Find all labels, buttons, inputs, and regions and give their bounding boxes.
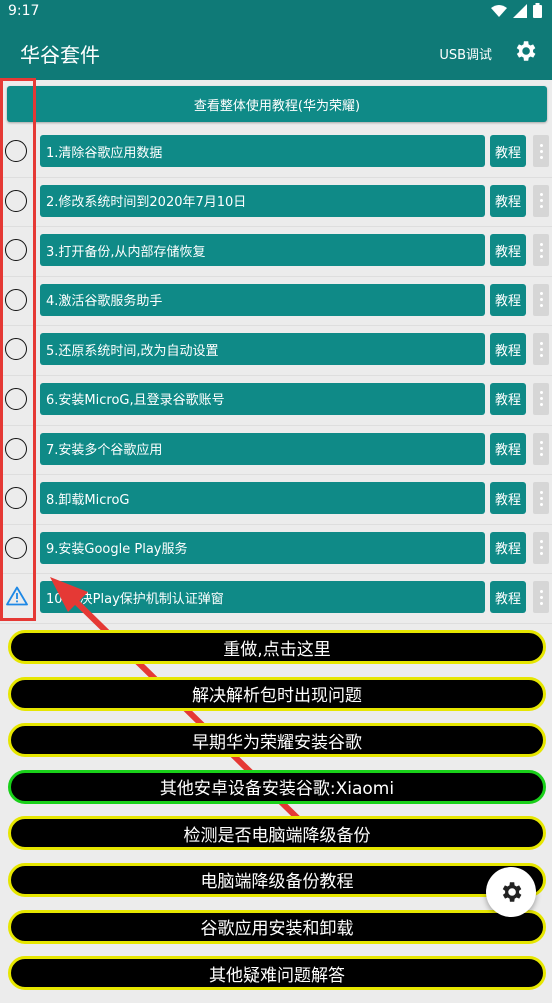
more-options-icon[interactable] bbox=[533, 581, 549, 614]
step-radio[interactable] bbox=[5, 487, 27, 510]
check-pc-downgrade-button[interactable]: 检测是否电脑端降级备份 bbox=[8, 816, 546, 851]
google-apps-install-uninstall-button[interactable]: 谷歌应用安装和卸载 bbox=[8, 909, 546, 944]
more-options-icon[interactable] bbox=[533, 333, 549, 366]
step-radio[interactable] bbox=[5, 140, 27, 162]
more-options-icon[interactable] bbox=[533, 184, 549, 217]
step-row-1: 1.清除谷歌应用数据 教程 bbox=[0, 128, 552, 178]
tutorial-button[interactable]: 教程 bbox=[490, 482, 526, 515]
gear-icon bbox=[502, 882, 522, 902]
tutorial-button[interactable]: 教程 bbox=[490, 135, 526, 167]
more-options-icon[interactable] bbox=[533, 531, 549, 564]
action-list: 重做,点击这里 解决解析包时出现问题 早期华为荣耀安装谷歌 其他安卓设备安装谷歌… bbox=[8, 630, 546, 1003]
step-row-3: 3.打开备份,从内部存储恢复 教程 bbox=[0, 227, 552, 277]
step-row-6: 6.安装MicroG,且登录谷歌账号 教程 bbox=[0, 376, 552, 426]
step-button[interactable]: 2.修改系统时间到2020年7月10日 bbox=[40, 184, 485, 217]
overall-tutorial-button[interactable]: 查看整体使用教程(华为荣耀) bbox=[7, 86, 547, 122]
status-bar: 9:17 bbox=[0, 0, 552, 24]
early-huawei-install-button[interactable]: 早期华为荣耀安装谷歌 bbox=[8, 723, 546, 758]
battery-icon bbox=[533, 3, 542, 18]
tutorial-button[interactable]: 教程 bbox=[490, 333, 526, 366]
step-button[interactable]: 10.解决Play保护机制认证弹窗 bbox=[40, 581, 485, 614]
step-list: 1.清除谷歌应用数据 教程 2.修改系统时间到2020年7月10日 教程 3.打… bbox=[0, 128, 552, 624]
app-bar: 华谷套件 USB调试 bbox=[0, 24, 552, 80]
step-row-10: 10.解决Play保护机制认证弹窗 教程 bbox=[0, 574, 552, 624]
more-options-icon[interactable] bbox=[533, 482, 549, 515]
step-button[interactable]: 1.清除谷歌应用数据 bbox=[40, 135, 485, 167]
step-radio[interactable] bbox=[5, 536, 27, 559]
status-time: 9:17 bbox=[8, 3, 40, 19]
step-button[interactable]: 8.卸载MicroG bbox=[40, 482, 485, 515]
wifi-icon bbox=[491, 4, 507, 17]
tutorial-button[interactable]: 教程 bbox=[490, 531, 526, 564]
step-radio[interactable] bbox=[5, 239, 27, 262]
step-row-7: 7.安装多个谷歌应用 教程 bbox=[0, 426, 552, 476]
step-button[interactable]: 9.安装Google Play服务 bbox=[40, 531, 485, 564]
redo-button[interactable]: 重做,点击这里 bbox=[8, 630, 546, 664]
step-radio[interactable] bbox=[5, 387, 27, 410]
tutorial-button[interactable]: 教程 bbox=[490, 283, 526, 316]
tutorial-button[interactable]: 教程 bbox=[490, 184, 526, 217]
step-radio[interactable] bbox=[5, 288, 27, 311]
step-row-9: 9.安装Google Play服务 教程 bbox=[0, 525, 552, 575]
step-row-4: 4.激活谷歌服务助手 教程 bbox=[0, 277, 552, 327]
floating-settings-button[interactable] bbox=[486, 867, 536, 917]
step-radio[interactable] bbox=[5, 338, 27, 361]
status-icons bbox=[491, 3, 542, 18]
pc-downgrade-tutorial-button[interactable]: 电脑端降级备份教程 bbox=[8, 862, 546, 897]
more-options-icon[interactable] bbox=[533, 382, 549, 415]
other-faq-button[interactable]: 其他疑难问题解答 bbox=[8, 956, 546, 991]
more-options-icon[interactable] bbox=[533, 234, 549, 267]
step-button[interactable]: 3.打开备份,从内部存储恢复 bbox=[40, 234, 485, 267]
step-radio[interactable] bbox=[5, 437, 27, 460]
settings-gear-icon[interactable] bbox=[512, 38, 538, 64]
step-row-8: 8.卸载MicroG 教程 bbox=[0, 475, 552, 525]
tutorial-button[interactable]: 教程 bbox=[490, 234, 526, 267]
signal-icon bbox=[513, 3, 527, 18]
step-button[interactable]: 6.安装MicroG,且登录谷歌账号 bbox=[40, 382, 485, 415]
more-options-icon[interactable] bbox=[533, 135, 549, 167]
app-title: 华谷套件 bbox=[20, 43, 100, 67]
step-row-2: 2.修改系统时间到2020年7月10日 教程 bbox=[0, 178, 552, 228]
tutorial-button[interactable]: 教程 bbox=[490, 581, 526, 614]
tutorial-button[interactable]: 教程 bbox=[490, 432, 526, 465]
warning-icon bbox=[6, 586, 28, 606]
step-button[interactable]: 7.安装多个谷歌应用 bbox=[40, 432, 485, 465]
parse-package-fix-button[interactable]: 解决解析包时出现问题 bbox=[8, 676, 546, 711]
step-row-5: 5.还原系统时间,改为自动设置 教程 bbox=[0, 326, 552, 376]
step-button[interactable]: 4.激活谷歌服务助手 bbox=[40, 283, 485, 316]
more-options-icon[interactable] bbox=[533, 432, 549, 465]
step-radio[interactable] bbox=[5, 189, 27, 212]
other-android-install-button[interactable]: 其他安卓设备安装谷歌:Xiaomi bbox=[8, 769, 546, 804]
step-button[interactable]: 5.还原系统时间,改为自动设置 bbox=[40, 333, 485, 366]
tutorial-button[interactable]: 教程 bbox=[490, 382, 526, 415]
more-options-icon[interactable] bbox=[533, 283, 549, 316]
usb-debug-button[interactable]: USB调试 bbox=[439, 44, 492, 63]
